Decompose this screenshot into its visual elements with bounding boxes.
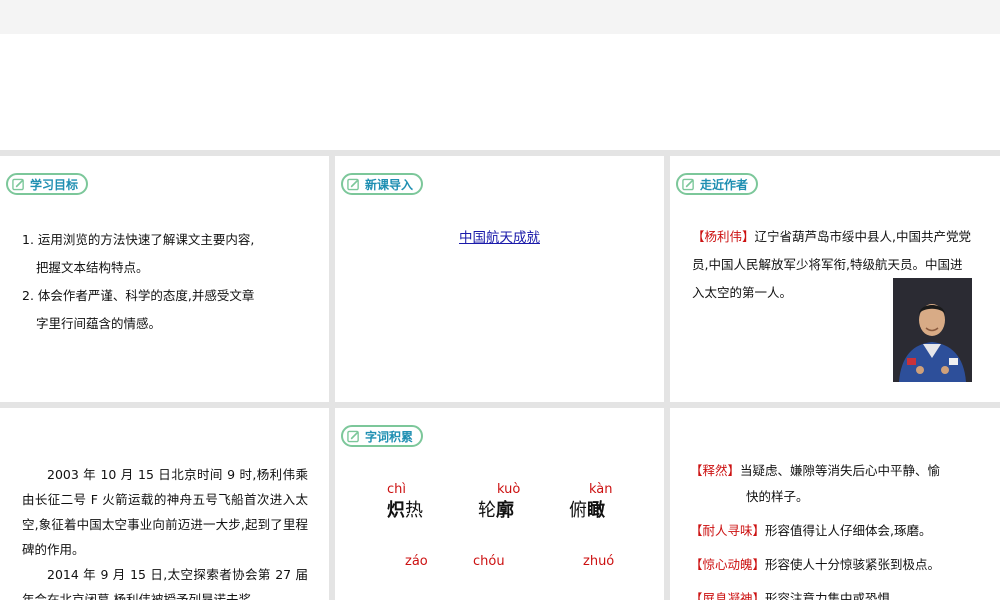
definition-item: 【释然】当疑虑、嫌隙等消失后心中平静、愉 快的样子。 bbox=[690, 458, 990, 510]
vocab-word: 炽热 bbox=[387, 496, 477, 522]
vocab-word: 轮廓 bbox=[478, 496, 568, 522]
definition-item: 【屏息凝神】形容注意力集中或恐惧。 bbox=[690, 586, 990, 600]
definition-item: 【惊心动魄】形容使人十分惊骇紧张到极点。 bbox=[690, 552, 990, 578]
section-tag: 新课导入 bbox=[341, 173, 424, 195]
vocab-key-char: 廓 bbox=[496, 500, 514, 521]
definition-term: 【耐人寻味】 bbox=[690, 523, 766, 538]
vocab-other-char: 俯 bbox=[569, 500, 587, 521]
definition-term: 【释然】 bbox=[690, 463, 741, 478]
author-name-tag: 【杨利伟】 bbox=[692, 229, 755, 244]
definition-text: 形容注意力集中或恐惧。 bbox=[765, 591, 903, 600]
vocabulary-card: 字词积累 chì 炽热 kuò 轮廓 kàn 俯瞰 záo chóu zhuó bbox=[335, 408, 664, 600]
china-space-achievements-link[interactable]: 中国航天成就 bbox=[335, 226, 664, 246]
vocab-pinyin: kàn bbox=[589, 482, 613, 497]
top-blank-area bbox=[0, 34, 1000, 150]
vocab-pinyin: chóu bbox=[473, 554, 505, 569]
vocab-pinyin: kuò bbox=[497, 482, 521, 497]
astronaut-portrait-image bbox=[893, 278, 972, 382]
vocab-pinyin: chì bbox=[387, 482, 406, 497]
vocab-word: 俯瞰 bbox=[569, 496, 659, 522]
edit-note-icon bbox=[347, 178, 359, 190]
top-bar bbox=[0, 0, 1000, 34]
vocab-other-char: 轮 bbox=[478, 500, 496, 521]
vocab-item: kàn 俯瞰 bbox=[569, 482, 659, 522]
vocab-key-char: 瞰 bbox=[587, 500, 605, 521]
section-tag: 学习目标 bbox=[6, 173, 89, 195]
section-tag-label: 学习目标 bbox=[30, 177, 79, 192]
author-card: 走近作者 【杨利伟】辽宁省葫芦岛市绥中县人,中国共产党党员,中国人民解放军少将军… bbox=[670, 156, 1000, 402]
vocab-grid: chì 炽热 kuò 轮廓 kàn 俯瞰 záo chóu zhuó bbox=[335, 408, 664, 600]
vocab-item: zhuó bbox=[583, 554, 664, 569]
section-tag-label: 新课导入 bbox=[365, 177, 414, 192]
story-card: 2003 年 10 月 15 日北京时间 9 时,杨利伟乘由长征二号 F 火箭运… bbox=[0, 408, 329, 600]
section-tag: 走近作者 bbox=[676, 173, 759, 195]
definition-text: 形容使人十分惊骇紧张到极点。 bbox=[765, 557, 941, 572]
vocab-pinyin: zhuó bbox=[583, 554, 615, 569]
goal-line: 2. 体会作者严谨、科学的态度,并感受文章 bbox=[22, 288, 255, 303]
definition-text: 当疑虑、嫌隙等消失后心中平静、愉 bbox=[740, 463, 941, 478]
edit-note-icon bbox=[682, 178, 694, 190]
lesson-intro-card: 新课导入 中国航天成就 bbox=[335, 156, 664, 402]
vocab-other-char: 热 bbox=[405, 500, 423, 521]
vocab-item: chì 炽热 bbox=[387, 482, 477, 522]
story-text: 2003 年 10 月 15 日北京时间 9 时,杨利伟乘由长征二号 F 火箭运… bbox=[22, 462, 308, 600]
definitions-list: 【释然】当疑虑、嫌隙等消失后心中平静、愉 快的样子。 【耐人寻味】形容值得让人仔… bbox=[690, 458, 990, 600]
definition-item: 【耐人寻味】形容值得让人仔细体会,琢磨。 bbox=[690, 518, 990, 544]
edit-note-icon bbox=[12, 178, 24, 190]
definitions-card: 【释然】当疑虑、嫌隙等消失后心中平静、愉 快的样子。 【耐人寻味】形容值得让人仔… bbox=[670, 408, 1000, 600]
learning-goals-card: 学习目标 1. 运用浏览的方法快速了解课文主要内容, 把握文本结构特点。 2. … bbox=[0, 156, 329, 402]
definition-text: 形容值得让人仔细体会,琢磨。 bbox=[765, 523, 932, 538]
section-tag-label: 走近作者 bbox=[700, 177, 749, 192]
vocab-item: kuò 轮廓 bbox=[478, 482, 568, 522]
goals-list: 1. 运用浏览的方法快速了解课文主要内容, 把握文本结构特点。 2. 体会作者严… bbox=[22, 226, 254, 338]
definition-term: 【惊心动魄】 bbox=[690, 557, 766, 572]
vocab-key-char: 炽 bbox=[387, 500, 405, 521]
definition-text-cont: 快的样子。 bbox=[746, 489, 809, 504]
definition-term: 【屏息凝神】 bbox=[690, 591, 766, 600]
goal-line: 把握文本结构特点。 bbox=[36, 260, 149, 275]
story-paragraph: 2003 年 10 月 15 日北京时间 9 时,杨利伟乘由长征二号 F 火箭运… bbox=[22, 467, 308, 557]
goal-line: 字里行间蕴含的情感。 bbox=[36, 316, 162, 331]
vocab-item: chóu bbox=[473, 554, 563, 569]
goal-line: 1. 运用浏览的方法快速了解课文主要内容, bbox=[22, 232, 255, 247]
story-paragraph: 2014 年 9 月 15 日,太空探索者协会第 27 届年会在北京闭幕,杨利伟… bbox=[22, 567, 308, 600]
